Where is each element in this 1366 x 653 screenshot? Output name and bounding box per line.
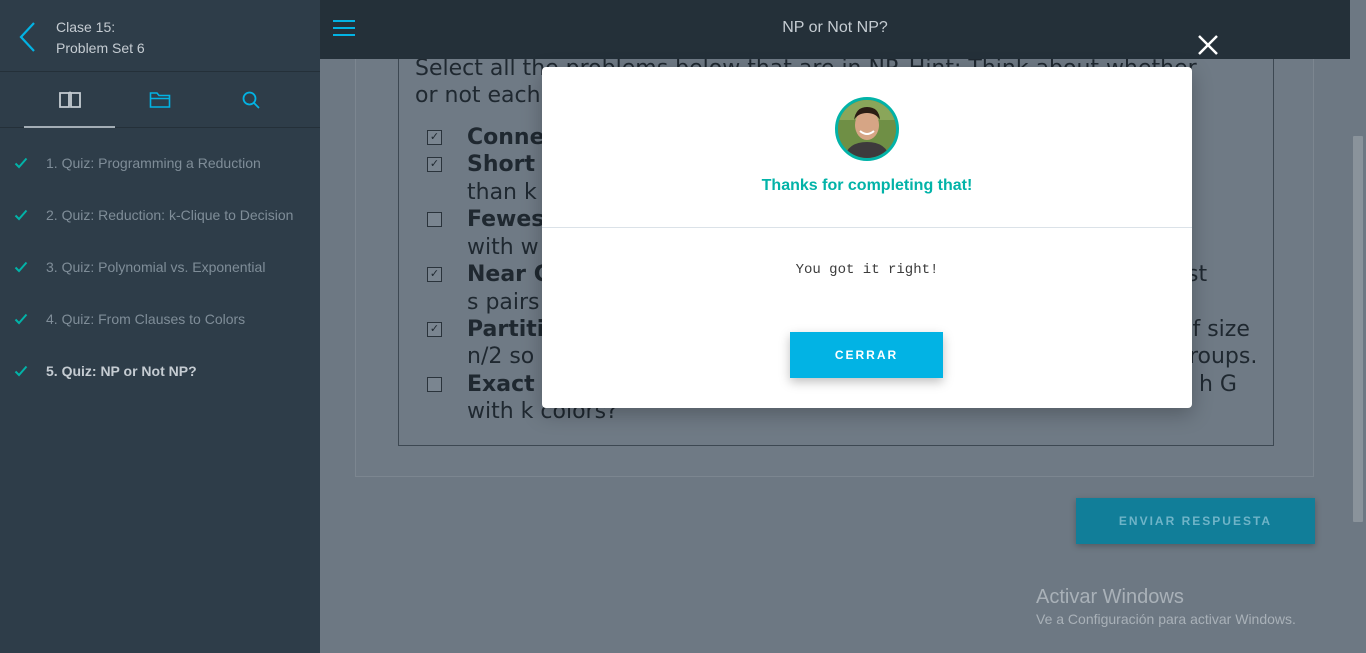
instructor-avatar <box>835 97 899 161</box>
course-title-line2: Problem Set 6 <box>56 40 145 56</box>
check-icon <box>14 313 28 325</box>
option-checkbox-4[interactable]: ✓ <box>427 267 442 282</box>
top-bar: NP or Not NP? <box>320 0 1350 59</box>
option-5-title: Partiti <box>467 317 545 342</box>
close-icon[interactable] <box>1197 34 1219 56</box>
tab-search[interactable] <box>205 72 296 128</box>
option-checkbox-1[interactable]: ✓ <box>427 130 442 145</box>
back-arrow-icon[interactable] <box>16 20 40 54</box>
instructor-photo <box>838 100 896 158</box>
sidebar-item-quiz-5[interactable]: 5. Quiz: NP or Not NP? <box>0 348 320 400</box>
sidebar-item-quiz-1[interactable]: 1. Quiz: Programming a Reduction <box>0 140 320 192</box>
option-checkbox-5[interactable]: ✓ <box>427 322 442 337</box>
completion-modal: Thanks for completing that! You got it r… <box>542 67 1192 408</box>
search-icon <box>242 91 260 109</box>
tab-lessons[interactable] <box>24 72 115 128</box>
course-title-line1: Clase 15: <box>56 19 116 35</box>
book-icon <box>58 91 81 108</box>
option-checkbox-3[interactable] <box>427 212 442 227</box>
sidebar-header: Clase 15: Problem Set 6 <box>0 0 320 72</box>
check-icon <box>14 209 28 221</box>
option-3-title: Fewes <box>467 207 545 232</box>
option-3-line2: with w <box>467 235 539 260</box>
windows-activation-subtitle: Ve a Configuración para activar Windows. <box>1036 611 1296 627</box>
scrollbar[interactable] <box>1350 0 1366 653</box>
sidebar-item-quiz-4[interactable]: 4. Quiz: From Clauses to Colors <box>0 296 320 348</box>
windows-activation-title: Activar Windows <box>1036 586 1184 608</box>
option-6-title: Exact <box>467 372 535 397</box>
folder-icon <box>149 92 170 108</box>
check-icon <box>14 157 28 169</box>
sidebar-item-quiz-3[interactable]: 3. Quiz: Polynomial vs. Exponential <box>0 244 320 296</box>
option-4-title: Near C <box>467 262 550 287</box>
quiz-intro-line2: or not each <box>415 83 541 108</box>
course-title: Clase 15: Problem Set 6 <box>56 17 145 59</box>
modal-heading: Thanks for completing that! <box>761 177 973 194</box>
tab-resources[interactable] <box>114 72 205 128</box>
modal-divider <box>542 227 1192 228</box>
page-title: NP or Not NP? <box>782 19 888 36</box>
sidebar-item-label: 3. Quiz: Polynomial vs. Exponential <box>46 259 266 275</box>
sidebar-item-label: 4. Quiz: From Clauses to Colors <box>46 311 246 327</box>
option-4-line2: s pairs <box>467 290 540 315</box>
sidebar-tabs <box>0 72 320 128</box>
option-1-title: Conne <box>467 125 545 150</box>
option-2-line2: than k <box>467 180 537 205</box>
lesson-list: 1. Quiz: Programming a Reduction 2. Quiz… <box>0 128 320 400</box>
sidebar-item-label: 1. Quiz: Programming a Reduction <box>46 155 261 171</box>
option-5-line2: n/2 so <box>467 344 535 369</box>
close-modal-button[interactable]: CERRAR <box>790 332 943 378</box>
sidebar-item-label: 5. Quiz: NP or Not NP? <box>46 363 197 379</box>
scrollbar-thumb[interactable] <box>1353 136 1363 522</box>
option-6-right: h G <box>1199 372 1237 397</box>
submit-answer-button[interactable]: ENVIAR RESPUESTA <box>1076 498 1315 544</box>
option-2-title: Short <box>467 152 535 177</box>
option-checkbox-6[interactable] <box>427 377 442 392</box>
check-icon <box>14 365 28 377</box>
modal-message: You got it right! <box>795 262 939 278</box>
sidebar: Clase 15: Problem Set 6 1. Quiz: Program… <box>0 0 320 653</box>
sidebar-item-label: 2. Quiz: Reduction: k-Clique to Decision <box>46 207 294 223</box>
option-checkbox-2[interactable]: ✓ <box>427 157 442 172</box>
sidebar-item-quiz-2[interactable]: 2. Quiz: Reduction: k-Clique to Decision <box>0 192 320 244</box>
check-icon <box>14 261 28 273</box>
